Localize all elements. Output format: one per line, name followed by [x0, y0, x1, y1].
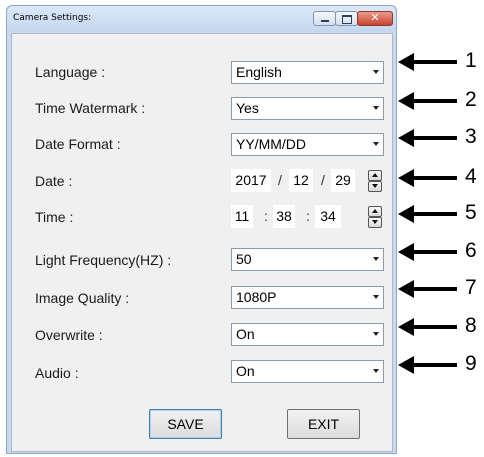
- minimize-icon: [321, 20, 329, 22]
- time-minute-field[interactable]: 38: [273, 205, 295, 228]
- close-button[interactable]: ✕: [357, 11, 393, 26]
- camera-settings-window: Camera Settings: ✕ Language : English Ti…: [6, 5, 397, 454]
- time-decrement-button[interactable]: [368, 217, 382, 228]
- callout-arrow-7: 7: [398, 275, 484, 303]
- image-quality-select[interactable]: 1080P: [231, 286, 384, 309]
- exit-button[interactable]: EXIT: [287, 409, 360, 439]
- chevron-down-icon: [373, 332, 379, 336]
- callout-arrow-6: 6: [398, 238, 484, 266]
- settings-panel: Language : English Time Watermark : Yes …: [11, 33, 393, 452]
- date-format-select[interactable]: YY/MM/DD: [231, 133, 384, 156]
- callout-number: 1: [465, 49, 477, 72]
- chevron-down-icon: [373, 70, 379, 74]
- chevron-down-icon: [373, 142, 379, 146]
- callout-arrow-8: 8: [398, 313, 484, 341]
- date-spinner: [368, 170, 382, 192]
- window-title: Camera Settings:: [13, 13, 92, 23]
- language-select[interactable]: English: [231, 61, 384, 84]
- date-format-value: YY/MM/DD: [236, 136, 306, 152]
- audio-label: Audio :: [35, 365, 79, 381]
- callout-arrow-1: 1: [398, 48, 484, 76]
- maximize-button[interactable]: [335, 11, 358, 26]
- light-frequency-select[interactable]: 50: [231, 248, 384, 271]
- time-second-field[interactable]: 34: [315, 205, 341, 228]
- callout-arrow-5: 5: [398, 200, 484, 228]
- callout-number: 6: [465, 239, 477, 262]
- language-value: English: [236, 64, 282, 80]
- callout-number: 8: [465, 314, 477, 337]
- language-label: Language :: [35, 64, 106, 80]
- callout-number: 7: [465, 276, 477, 299]
- watermark-select[interactable]: Yes: [231, 97, 384, 120]
- callout-arrow-9: 9: [398, 351, 484, 379]
- date-picker: 2017 / 12 / 29: [231, 169, 357, 192]
- chevron-down-icon: [373, 369, 379, 373]
- date-month-field[interactable]: 12: [289, 169, 313, 192]
- time-increment-button[interactable]: [368, 206, 382, 217]
- chevron-down-icon: [373, 257, 379, 261]
- watermark-label: Time Watermark :: [35, 100, 146, 116]
- date-label: Date :: [35, 173, 73, 189]
- overwrite-label: Overwrite :: [35, 327, 103, 343]
- arrow-up-icon: [372, 173, 378, 177]
- callout-number: 2: [465, 88, 477, 111]
- chevron-down-icon: [373, 295, 379, 299]
- minimize-button[interactable]: [313, 11, 336, 26]
- date-decrement-button[interactable]: [368, 181, 382, 192]
- image-quality-label: Image Quality :: [35, 290, 130, 306]
- time-hour-field[interactable]: 11: [231, 205, 253, 228]
- arrow-down-icon: [372, 184, 378, 188]
- date-increment-button[interactable]: [368, 170, 382, 181]
- callout-number: 5: [465, 201, 477, 224]
- date-year-field[interactable]: 2017: [231, 169, 271, 192]
- callout-arrow-2: 2: [398, 87, 484, 115]
- overwrite-value: On: [236, 326, 255, 342]
- time-label: Time :: [35, 209, 74, 225]
- time-separator: :: [306, 208, 310, 224]
- callout-arrow-4: 4: [398, 164, 484, 192]
- time-separator: :: [264, 208, 268, 224]
- audio-select[interactable]: On: [231, 360, 384, 383]
- date-format-label: Date Format :: [35, 136, 121, 152]
- close-icon: ✕: [370, 11, 380, 24]
- time-spinner: [368, 206, 382, 228]
- callout-arrow-3: 3: [398, 124, 484, 152]
- time-picker: 11 : 38 : 34: [231, 205, 357, 228]
- date-day-field[interactable]: 29: [331, 169, 355, 192]
- date-separator: /: [321, 172, 325, 188]
- callout-number: 9: [465, 352, 477, 375]
- image-quality-value: 1080P: [236, 289, 277, 305]
- watermark-value: Yes: [236, 100, 259, 116]
- callout-number: 3: [465, 125, 477, 148]
- save-button[interactable]: SAVE: [149, 409, 222, 439]
- overwrite-select[interactable]: On: [231, 323, 384, 346]
- maximize-icon: [342, 15, 352, 24]
- chevron-down-icon: [373, 106, 379, 110]
- light-frequency-label: Light Frequency(HZ) :: [35, 252, 172, 268]
- title-bar[interactable]: Camera Settings: ✕: [7, 6, 396, 32]
- arrow-up-icon: [372, 209, 378, 213]
- arrow-down-icon: [372, 220, 378, 224]
- callout-number: 4: [465, 165, 477, 188]
- date-separator: /: [278, 172, 282, 188]
- light-frequency-value: 50: [236, 251, 252, 267]
- audio-value: On: [236, 363, 255, 379]
